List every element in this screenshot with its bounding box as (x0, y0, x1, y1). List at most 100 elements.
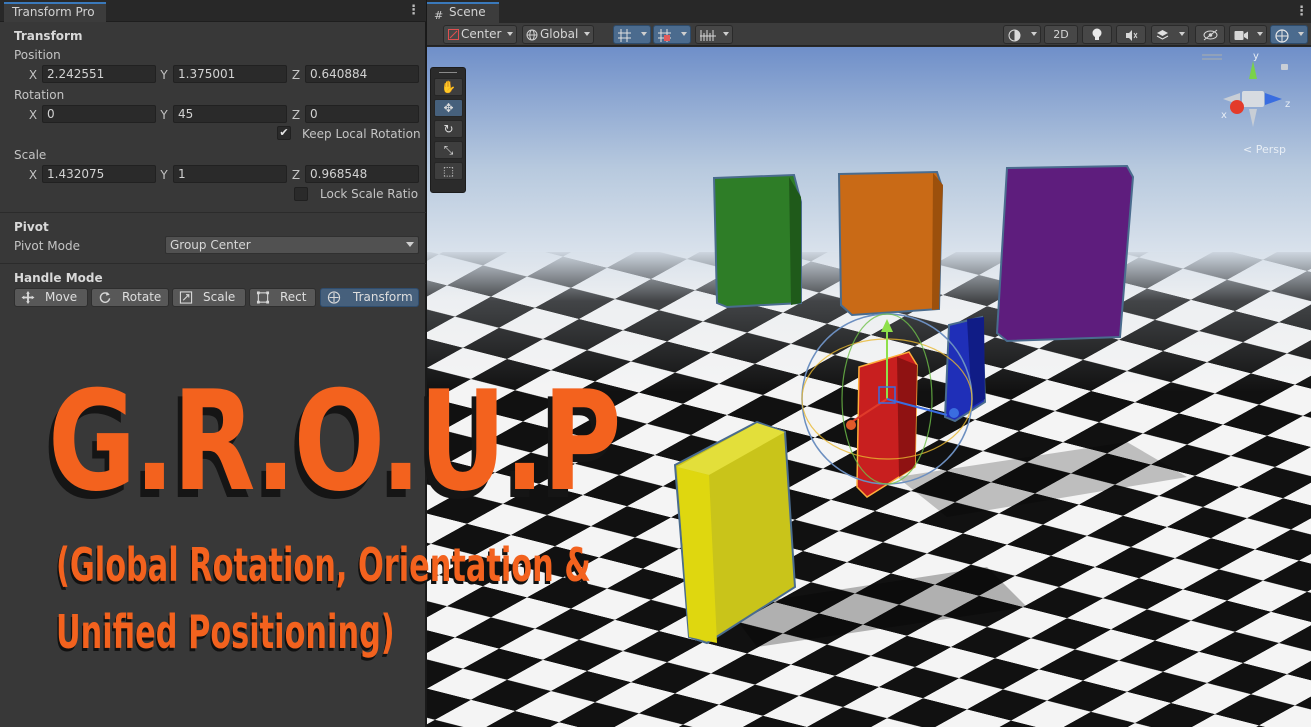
scene-toolbar: Center Global 2D (427, 23, 1311, 46)
global-space-dropdown[interactable]: Global (522, 25, 594, 44)
scale-tool-button[interactable]: ⤡ (434, 141, 463, 159)
scale-y-field[interactable]: 1 (173, 165, 287, 183)
increment-snap-toggle[interactable] (653, 25, 691, 44)
globe-icon (526, 29, 538, 41)
scene-tab-bar: # Scene ⋮ (427, 0, 1311, 23)
handle-scale-button[interactable]: Scale (172, 288, 246, 307)
chevron-down-icon (507, 32, 513, 36)
light-bulb-icon (1092, 28, 1102, 40)
camera-dropdown[interactable] (1229, 25, 1267, 44)
gizmo-x-axis-label: x (1221, 110, 1227, 121)
scene-tab-label: Scene (449, 5, 486, 19)
ruler-icon (700, 30, 716, 41)
panel-menu-icon[interactable]: ⋮ (407, 4, 420, 17)
rotate-icon (99, 291, 111, 303)
divider (0, 263, 426, 264)
gizmo-y-axis-label: y (1253, 51, 1259, 62)
mode-2d-toggle[interactable]: 2D (1044, 25, 1078, 44)
scale-x-field[interactable]: 1.432075 (42, 165, 156, 183)
audio-toggle[interactable] (1116, 25, 1146, 44)
rect-icon (256, 291, 270, 304)
overlay-subtitle-line-1: (Global Rotation, Orientation & (56, 538, 591, 592)
rotation-z-field[interactable]: 0 (305, 105, 419, 123)
handle-move-label: Move (45, 290, 78, 304)
lighting-toggle[interactable] (1082, 25, 1112, 44)
mute-icon (1126, 30, 1138, 41)
handle-rotate-button[interactable]: Rotate (91, 288, 169, 307)
position-z-label: Z (291, 68, 301, 82)
app-root: Transform Pro ⋮ Transform Position X 2.2… (0, 0, 1311, 727)
handle-transform-button[interactable]: Transform (320, 288, 419, 307)
rotation-y-field[interactable]: 45 (173, 105, 287, 123)
scale-y-label: Y (160, 168, 168, 182)
position-x-label: X (28, 68, 38, 82)
scale-z-label: Z (291, 168, 301, 182)
handle-rect-label: Rect (280, 290, 307, 304)
position-y-field[interactable]: 1.375001 (173, 65, 287, 83)
shading-mode-dropdown[interactable] (1003, 25, 1041, 44)
grid-icon: # (434, 9, 444, 22)
pivot-mode-dropdown[interactable]: Group Center (165, 236, 419, 254)
pivot-center-dropdown[interactable]: Center (443, 25, 517, 44)
chevron-down-icon (406, 242, 414, 247)
hand-tool-button[interactable]: ✋ (434, 78, 463, 96)
keep-local-rotation-label: Keep Local Rotation (302, 127, 421, 141)
drag-handle[interactable] (439, 72, 457, 73)
scene-tools-palette: ✋ ✥ ↻ ⤡ ⬚ (430, 67, 466, 193)
move-tool-button[interactable]: ✥ (434, 99, 463, 117)
overlay-subtitle-line-2: Unified Positioning) (56, 605, 395, 659)
pivot-center-label: Center (461, 27, 502, 41)
handle-rotate-label: Rotate (122, 290, 162, 304)
panel-tab-bar: Transform Pro ⋮ (0, 0, 426, 22)
position-label: Position (14, 48, 61, 62)
transform-header: Transform (14, 29, 83, 43)
projection-label[interactable]: < Persp (1243, 144, 1286, 156)
scale-z-field[interactable]: 0.968548 (305, 165, 419, 183)
tab-scene[interactable]: # Scene (427, 2, 499, 23)
chevron-down-icon (584, 32, 590, 36)
gizmo-icon (1275, 29, 1289, 43)
move-icon (21, 291, 35, 304)
chevron-down-icon (681, 32, 687, 36)
chevron-down-icon (641, 32, 647, 36)
grid-snap-toggle[interactable] (613, 25, 651, 44)
divider (0, 212, 426, 213)
scale-icon (179, 291, 193, 304)
grid-snap-icon (618, 29, 631, 42)
tab-transform-pro[interactable]: Transform Pro (4, 2, 106, 22)
chevron-down-icon (1031, 32, 1037, 36)
handle-rect-button[interactable]: Rect (249, 288, 316, 307)
overlay-title: G.R.O.U.P (48, 361, 622, 522)
rotate-icon: ↻ (443, 122, 454, 136)
rotation-x-field[interactable]: 0 (42, 105, 156, 123)
gizmos-dropdown[interactable] (1270, 25, 1308, 44)
position-z-field[interactable]: 0.640884 (305, 65, 419, 83)
transform-icon (327, 291, 341, 304)
keep-local-rotation-checkbox[interactable]: ✔ (277, 126, 291, 140)
pivot-icon (448, 29, 459, 40)
pivot-header: Pivot (14, 220, 49, 234)
hidden-objects-toggle[interactable] (1195, 25, 1225, 44)
rotation-label: Rotation (14, 88, 65, 102)
scene-menu-icon[interactable]: ⋮ (1295, 5, 1308, 18)
shading-icon (1008, 29, 1021, 42)
camera-icon (1234, 31, 1248, 40)
lock-scale-ratio-checkbox[interactable] (294, 187, 308, 201)
effects-dropdown[interactable] (1151, 25, 1189, 44)
chevron-down-icon (1257, 32, 1263, 36)
rotation-z-label: Z (291, 108, 301, 122)
rect-tool-button[interactable]: ⬚ (434, 162, 463, 180)
handle-transform-label: Transform (353, 290, 413, 304)
handle-mode-header: Handle Mode (14, 271, 103, 285)
rotate-tool-button[interactable]: ↻ (434, 120, 463, 138)
handle-scale-label: Scale (203, 290, 236, 304)
projection-label-text: Persp (1255, 143, 1286, 156)
position-x-field[interactable]: 2.242551 (42, 65, 156, 83)
handle-move-button[interactable]: Move (14, 288, 88, 307)
global-space-label: Global (540, 27, 579, 41)
move-icon: ✥ (443, 101, 454, 115)
eye-hidden-icon (1203, 29, 1218, 41)
position-y-label: Y (160, 68, 168, 82)
chevron-down-icon (1298, 32, 1304, 36)
vertex-snap-toggle[interactable] (695, 25, 733, 44)
